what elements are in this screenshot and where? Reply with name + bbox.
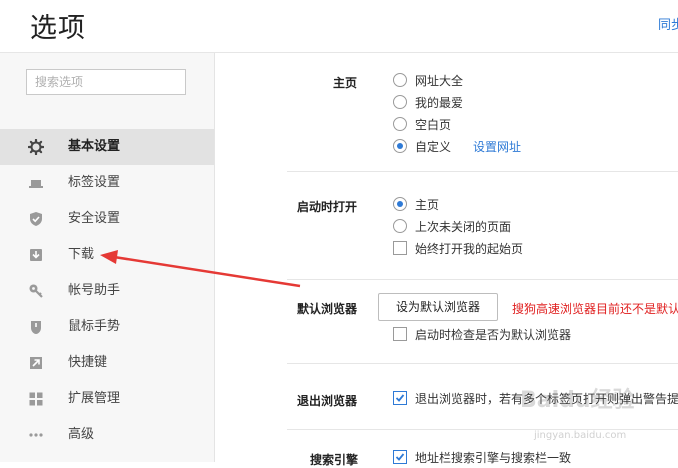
search-box[interactable] bbox=[26, 69, 186, 95]
sidebar-item-label: 快捷键 bbox=[68, 355, 108, 370]
radio-button[interactable] bbox=[393, 219, 407, 233]
option-label: 我的最爱 bbox=[415, 96, 464, 110]
sidebar-item-security[interactable]: 安全设置 bbox=[0, 201, 214, 237]
checkbox-checked[interactable] bbox=[393, 391, 407, 405]
default-browser-warning: 搜狗高速浏览器目前还不是默认 bbox=[512, 302, 678, 316]
baidu-watermark-url: jingyan.baidu.com bbox=[534, 430, 627, 441]
radio-button-selected[interactable] bbox=[393, 139, 407, 153]
radio-button[interactable] bbox=[393, 73, 407, 87]
shortcut-arrow-icon bbox=[30, 357, 42, 369]
sidebar-item-label: 扩展管理 bbox=[68, 391, 121, 406]
divider bbox=[287, 363, 678, 364]
more-dots-icon bbox=[29, 433, 43, 437]
checkmark-icon bbox=[395, 453, 405, 461]
sidebar-item-download[interactable]: 下载 bbox=[0, 237, 214, 273]
sidebar-item-shortcuts[interactable]: 快捷键 bbox=[0, 345, 214, 381]
download-icon bbox=[30, 249, 42, 261]
tab-icon bbox=[29, 180, 43, 188]
gear-icon bbox=[28, 139, 44, 155]
sidebar-item-label: 基本设置 bbox=[68, 139, 121, 154]
option-label: 始终打开我的起始页 bbox=[415, 242, 524, 256]
sidebar-nav: 基本设置 标签设置 安全设置 下载 帐号助手 鼠标手势 快捷键 扩展管理 高级 bbox=[0, 129, 214, 453]
header: 选项 同步 bbox=[0, 0, 678, 53]
search-input[interactable] bbox=[35, 75, 177, 89]
radio-button-selected[interactable] bbox=[393, 197, 407, 211]
option-label: 上次未关闭的页面 bbox=[415, 220, 512, 234]
default-browser-label: 默认浏览器 bbox=[297, 302, 358, 316]
option-label: 地址栏搜索引擎与搜索栏一致 bbox=[415, 451, 572, 465]
extensions-grid-icon bbox=[29, 392, 43, 406]
checkbox[interactable] bbox=[393, 241, 407, 255]
radio-button[interactable] bbox=[393, 95, 407, 109]
set-url-link[interactable]: 设置网址 bbox=[473, 140, 521, 154]
sidebar-item-label: 下载 bbox=[68, 247, 95, 262]
option-label: 启动时检查是否为默认浏览器 bbox=[415, 328, 572, 342]
baidu-watermark: Baidu经验 bbox=[520, 388, 635, 413]
sidebar-item-label: 帐号助手 bbox=[68, 283, 121, 298]
sidebar-item-label: 标签设置 bbox=[68, 175, 121, 190]
sidebar-item-label: 高级 bbox=[68, 427, 95, 442]
option-label: 网址大全 bbox=[415, 74, 464, 88]
sidebar-item-basic[interactable]: 基本设置 bbox=[0, 129, 214, 165]
sync-link[interactable]: 同步 bbox=[658, 14, 678, 33]
startup-label: 启动时打开 bbox=[297, 200, 358, 214]
option-label: 主页 bbox=[415, 198, 440, 212]
sidebar-item-tabs[interactable]: 标签设置 bbox=[0, 165, 214, 201]
page-title: 选项 bbox=[30, 13, 86, 44]
sidebar-item-account[interactable]: 帐号助手 bbox=[0, 273, 214, 309]
search-engine-label: 搜索引擎 bbox=[310, 453, 359, 467]
sidebar: 基本设置 标签设置 安全设置 下载 bbox=[0, 53, 215, 462]
set-default-browser-button[interactable]: 设为默认浏览器 bbox=[378, 293, 498, 321]
checkbox[interactable] bbox=[393, 327, 407, 341]
option-label: 空白页 bbox=[415, 118, 452, 132]
sidebar-item-label: 鼠标手势 bbox=[68, 319, 121, 334]
divider bbox=[287, 171, 678, 172]
sidebar-item-extensions[interactable]: 扩展管理 bbox=[0, 381, 214, 417]
sidebar-item-advanced[interactable]: 高级 bbox=[0, 417, 214, 453]
radio-button[interactable] bbox=[393, 117, 407, 131]
mouse-icon bbox=[31, 321, 41, 334]
checkmark-icon bbox=[395, 394, 405, 402]
key-icon bbox=[29, 284, 43, 298]
sidebar-item-label: 安全设置 bbox=[68, 211, 121, 226]
shield-check-icon bbox=[30, 212, 42, 226]
sidebar-item-mouse-gesture[interactable]: 鼠标手势 bbox=[0, 309, 214, 345]
option-label: 自定义 bbox=[415, 140, 452, 154]
homepage-label: 主页 bbox=[333, 76, 358, 90]
divider bbox=[287, 279, 678, 280]
exit-browser-label: 退出浏览器 bbox=[297, 394, 358, 408]
